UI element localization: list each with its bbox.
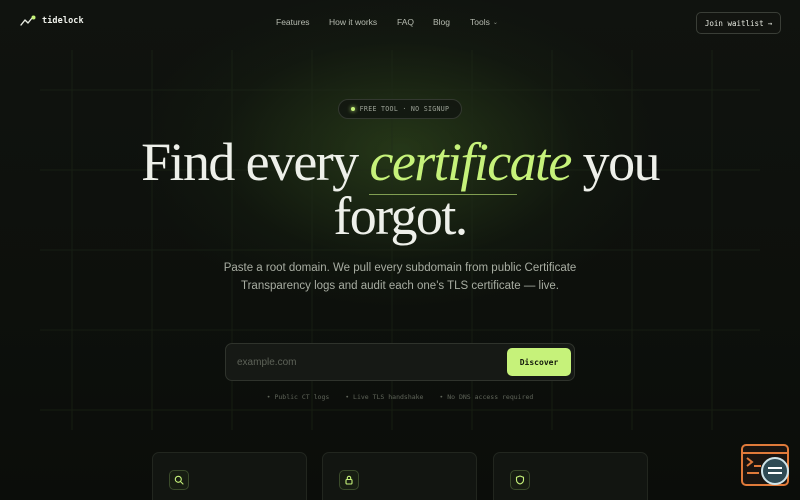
status-dot-icon — [350, 107, 355, 111]
top-nav: tidelock Features How it works FAQ Blog … — [0, 0, 800, 46]
nav-links: Features How it works FAQ Blog Tools ⌄ — [0, 17, 800, 29]
feature-list: • Public CT logs • Live TLS handshake • … — [0, 393, 800, 401]
arrow-right-icon: → — [767, 18, 773, 28]
feature-item: • No DNS access required — [439, 393, 534, 401]
nav-link-features[interactable]: Features — [276, 17, 310, 27]
domain-input[interactable] — [237, 352, 497, 372]
domain-search-form: Discover — [225, 343, 575, 381]
lock-icon — [339, 470, 359, 490]
floating-terminal-widget-icon[interactable] — [741, 444, 791, 488]
feature-card-shield — [493, 452, 648, 500]
hero-headline: Find every certificate you forgot. — [0, 135, 800, 243]
background-glow — [0, 0, 800, 500]
nav-link-tools-label: Tools — [470, 17, 490, 27]
discover-button[interactable]: Discover — [507, 348, 571, 376]
hero-subtext: Paste a root domain. We pull every subdo… — [223, 262, 577, 292]
search-icon — [169, 470, 189, 490]
feature-item: • Public CT logs — [266, 393, 330, 401]
free-tool-badge: FREE TOOL · NO SIGNUP — [338, 99, 462, 119]
nav-link-tools[interactable]: Tools ⌄ — [470, 17, 498, 27]
headline-part-1: Find every — [141, 132, 370, 192]
badge-label: FREE TOOL · NO SIGNUP — [359, 105, 450, 113]
nav-link-faq[interactable]: FAQ — [397, 17, 414, 27]
nav-link-how-it-works[interactable]: How it works — [329, 17, 377, 27]
chevron-down-icon: ⌄ — [492, 20, 498, 26]
feature-card-search — [152, 452, 307, 500]
nav-link-blog[interactable]: Blog — [433, 17, 450, 27]
accent-underline — [369, 194, 517, 195]
headline-line-2: forgot. — [333, 186, 468, 246]
feature-item: • Live TLS handshake — [345, 393, 424, 401]
headline-part-2: you — [570, 132, 661, 192]
join-waitlist-button[interactable]: Join waitlist → — [696, 12, 781, 34]
shield-icon — [510, 470, 530, 490]
headline-accent: certificate — [369, 132, 572, 192]
join-waitlist-label: Join waitlist — [704, 18, 764, 28]
feature-card-lock — [322, 452, 477, 500]
